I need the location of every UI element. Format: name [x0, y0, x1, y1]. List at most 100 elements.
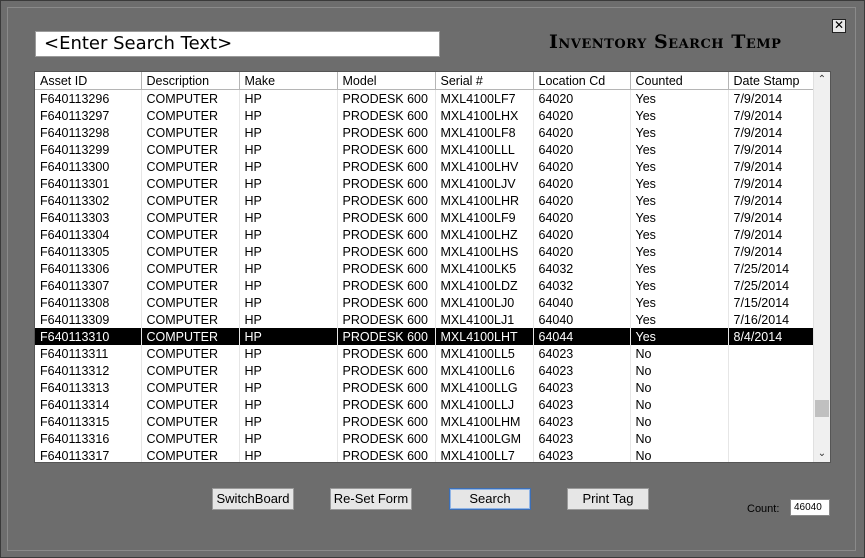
- table-row[interactable]: F640113301 COMPUTER HP PRODESK 600 MXL4100LJ…: [35, 175, 814, 192]
- table-cell: COMPUTER: [141, 226, 240, 243]
- table-cell: 7/25/2014: [728, 260, 814, 277]
- column-header[interactable]: Asset ID: [35, 72, 142, 90]
- table-cell: MXL4100LL5: [435, 345, 534, 362]
- table-cell: COMPUTER: [141, 175, 240, 192]
- table-cell: Yes: [630, 243, 729, 260]
- table-cell: 64023: [533, 447, 631, 462]
- table-cell: F640113306: [35, 260, 142, 277]
- table-row[interactable]: F640113316 COMPUTER HP PRODESK 600 MXL4100LG…: [35, 430, 814, 447]
- search-input[interactable]: <Enter Search Text>: [35, 31, 440, 57]
- table-cell: [728, 362, 814, 379]
- table-cell: 64020: [533, 124, 631, 141]
- table-cell: No: [630, 396, 729, 413]
- table-row[interactable]: F640113296 COMPUTER HP PRODESK 600 MXL4100LF…: [35, 89, 814, 107]
- table-cell: MXL4100LF7: [435, 89, 534, 107]
- table-row[interactable]: F640113315 COMPUTER HP PRODESK 600 MXL4100LH…: [35, 413, 814, 430]
- table-cell: PRODESK 600: [337, 141, 436, 158]
- column-header[interactable]: Make: [239, 72, 338, 90]
- table-cell: COMPUTER: [141, 430, 240, 447]
- table-cell: 64020: [533, 209, 631, 226]
- table-cell: PRODESK 600: [337, 328, 436, 345]
- table-cell: 64040: [533, 311, 631, 328]
- table-cell: PRODESK 600: [337, 124, 436, 141]
- column-header[interactable]: Serial #: [435, 72, 534, 90]
- table-cell: PRODESK 600: [337, 294, 436, 311]
- table-cell: COMPUTER: [141, 192, 240, 209]
- column-header[interactable]: Location Cd: [533, 72, 631, 90]
- table-cell: 7/9/2014: [728, 141, 814, 158]
- column-header[interactable]: Model: [337, 72, 436, 90]
- table-row[interactable]: F640113298 COMPUTER HP PRODESK 600 MXL4100LF…: [35, 124, 814, 141]
- reset-form-button[interactable]: Re-Set Form: [330, 488, 412, 510]
- table-row[interactable]: F640113313 COMPUTER HP PRODESK 600 MXL4100LL…: [35, 379, 814, 396]
- table-cell: Yes: [630, 141, 729, 158]
- table-cell: PRODESK 600: [337, 379, 436, 396]
- table-cell: MXL4100LHZ: [435, 226, 534, 243]
- table-cell: COMPUTER: [141, 294, 240, 311]
- table-cell: No: [630, 430, 729, 447]
- table-cell: Yes: [630, 107, 729, 124]
- table-cell: HP: [239, 396, 338, 413]
- table-cell: MXL4100LLJ: [435, 396, 534, 413]
- table-cell: F640113305: [35, 243, 142, 260]
- table-row[interactable]: F640113304 COMPUTER HP PRODESK 600 MXL4100LH…: [35, 226, 814, 243]
- switchboard-button[interactable]: SwitchBoard: [212, 488, 294, 510]
- table-cell: F640113315: [35, 413, 142, 430]
- table-cell: 7/9/2014: [728, 107, 814, 124]
- table-cell: MXL4100LL6: [435, 362, 534, 379]
- table-cell: PRODESK 600: [337, 260, 436, 277]
- table-row[interactable]: F640113303 COMPUTER HP PRODESK 600 MXL4100LF…: [35, 209, 814, 226]
- search-button[interactable]: Search: [449, 488, 531, 510]
- table-cell: COMPUTER: [141, 260, 240, 277]
- print-tag-button[interactable]: Print Tag: [567, 488, 649, 510]
- table-cell: MXL4100LLG: [435, 379, 534, 396]
- table-row[interactable]: F640113308 COMPUTER HP PRODESK 600 MXL4100LJ…: [35, 294, 814, 311]
- table-cell: F640113304: [35, 226, 142, 243]
- table-cell: HP: [239, 379, 338, 396]
- table-cell: COMPUTER: [141, 362, 240, 379]
- table-cell: HP: [239, 430, 338, 447]
- scroll-up-icon[interactable]: ⌃: [814, 72, 830, 88]
- table-cell: PRODESK 600: [337, 277, 436, 294]
- table-row[interactable]: F640113302 COMPUTER HP PRODESK 600 MXL4100LH…: [35, 192, 814, 209]
- table-row[interactable]: F640113314 COMPUTER HP PRODESK 600 MXL4100LL…: [35, 396, 814, 413]
- table-row[interactable]: F640113299 COMPUTER HP PRODESK 600 MXL4100LL…: [35, 141, 814, 158]
- table-cell: PRODESK 600: [337, 107, 436, 124]
- table-cell: F640113302: [35, 192, 142, 209]
- table-cell: PRODESK 600: [337, 89, 436, 107]
- scroll-down-icon[interactable]: ⌄: [814, 446, 830, 462]
- table-row[interactable]: F640113309 COMPUTER HP PRODESK 600 MXL4100LJ…: [35, 311, 814, 328]
- vertical-scrollbar[interactable]: ⌃ ⌄: [813, 72, 830, 462]
- close-icon[interactable]: ✕: [832, 19, 846, 33]
- table-cell: PRODESK 600: [337, 226, 436, 243]
- table-cell: COMPUTER: [141, 413, 240, 430]
- column-header[interactable]: Description: [141, 72, 240, 90]
- table-cell: 64023: [533, 430, 631, 447]
- table-cell: 7/15/2014: [728, 294, 814, 311]
- table-row[interactable]: F640113317 COMPUTER HP PRODESK 600 MXL4100LL…: [35, 447, 814, 462]
- table-cell: COMPUTER: [141, 379, 240, 396]
- scroll-thumb[interactable]: [815, 400, 829, 417]
- table-cell: F640113310: [35, 328, 142, 345]
- table-row[interactable]: F640113306 COMPUTER HP PRODESK 600 MXL4100LK…: [35, 260, 814, 277]
- table-row[interactable]: F640113307 COMPUTER HP PRODESK 600 MXL4100LD…: [35, 277, 814, 294]
- table-row[interactable]: F640113297 COMPUTER HP PRODESK 600 MXL4100LH…: [35, 107, 814, 124]
- table-cell: HP: [239, 209, 338, 226]
- table-row[interactable]: F640113300 COMPUTER HP PRODESK 600 MXL4100LH…: [35, 158, 814, 175]
- table-row[interactable]: F640113312 COMPUTER HP PRODESK 600 MXL4100LL…: [35, 362, 814, 379]
- table-row[interactable]: F640113311 COMPUTER HP PRODESK 600 MXL4100LL…: [35, 345, 814, 362]
- table-cell: Yes: [630, 226, 729, 243]
- table-cell: 7/9/2014: [728, 158, 814, 175]
- table-cell: Yes: [630, 328, 729, 345]
- table-cell: 7/9/2014: [728, 192, 814, 209]
- table-cell: 64023: [533, 413, 631, 430]
- column-header[interactable]: Counted: [630, 72, 729, 90]
- table-cell: PRODESK 600: [337, 430, 436, 447]
- table-cell: Yes: [630, 209, 729, 226]
- table-row[interactable]: F640113310 COMPUTER HP PRODESK 600 MXL4100LH…: [35, 328, 814, 345]
- column-header[interactable]: Date Stamp: [728, 72, 814, 90]
- table-row[interactable]: F640113305 COMPUTER HP PRODESK 600 MXL4100LH…: [35, 243, 814, 260]
- table-cell: Yes: [630, 124, 729, 141]
- inventory-listbox[interactable]: Asset ID Description Make Model Serial #…: [34, 71, 831, 463]
- table-cell: MXL4100LHV: [435, 158, 534, 175]
